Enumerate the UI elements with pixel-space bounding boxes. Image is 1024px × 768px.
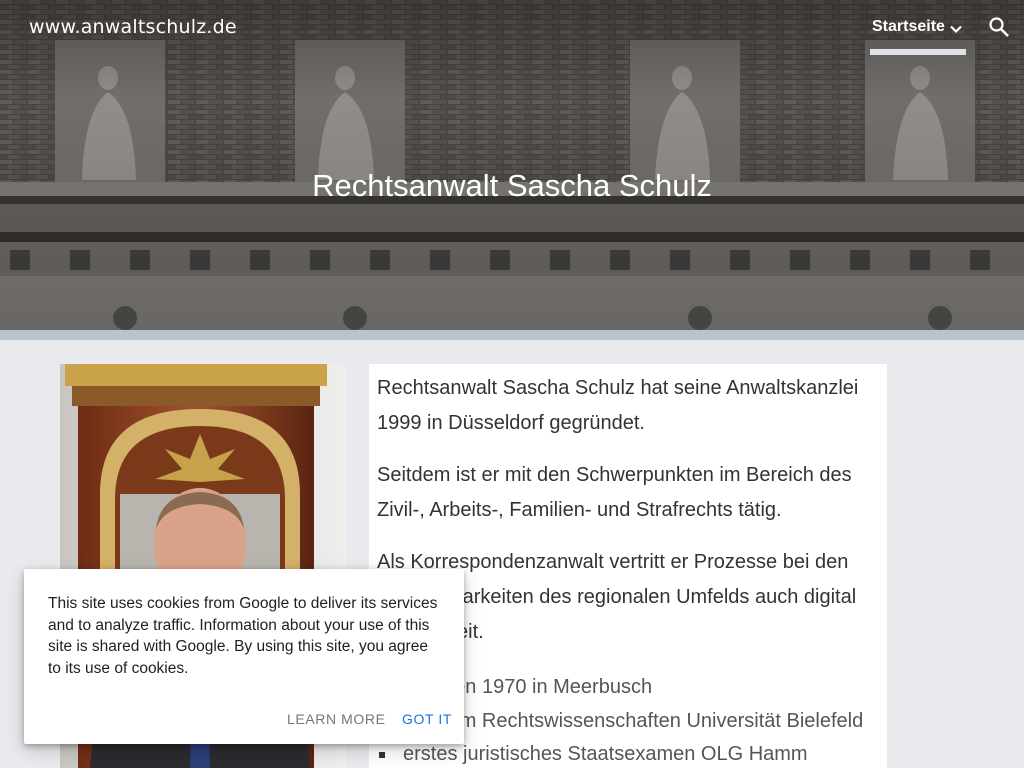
learn-more-button[interactable]: LEARN MORE — [287, 711, 386, 727]
nav-item-startseite[interactable]: Startseite — [872, 18, 945, 36]
active-nav-indicator — [870, 49, 966, 55]
cookie-consent-dialog: This site uses cookies from Google to de… — [24, 569, 464, 744]
bio-paragraph-founding: Rechtsanwalt Sascha Schulz hat seine Anw… — [377, 377, 859, 434]
cookie-notice-text: This site uses cookies from Google to de… — [48, 595, 438, 677]
page-title: Rechtsanwalt Sascha Schulz — [312, 168, 712, 203]
cv-item-text: Studium Rechtswissenschaften Universität… — [403, 709, 864, 732]
site-title-link[interactable]: www.anwaltschulz.de — [29, 16, 237, 38]
got-it-button[interactable]: GOT IT — [402, 711, 452, 727]
header-banner: www.anwaltschulz.de Startseite Rechtsanw… — [0, 0, 1024, 330]
cv-item-text: erstes juristisches Staatsexamen OLG Ham… — [403, 743, 808, 765]
banner-divider — [0, 330, 1024, 340]
bullet-icon — [379, 752, 385, 758]
top-navigation: www.anwaltschulz.de Startseite — [0, 0, 1024, 56]
bio-paragraph-focus: Seitdem ist er mit den Schwerpunkten im … — [377, 464, 852, 521]
